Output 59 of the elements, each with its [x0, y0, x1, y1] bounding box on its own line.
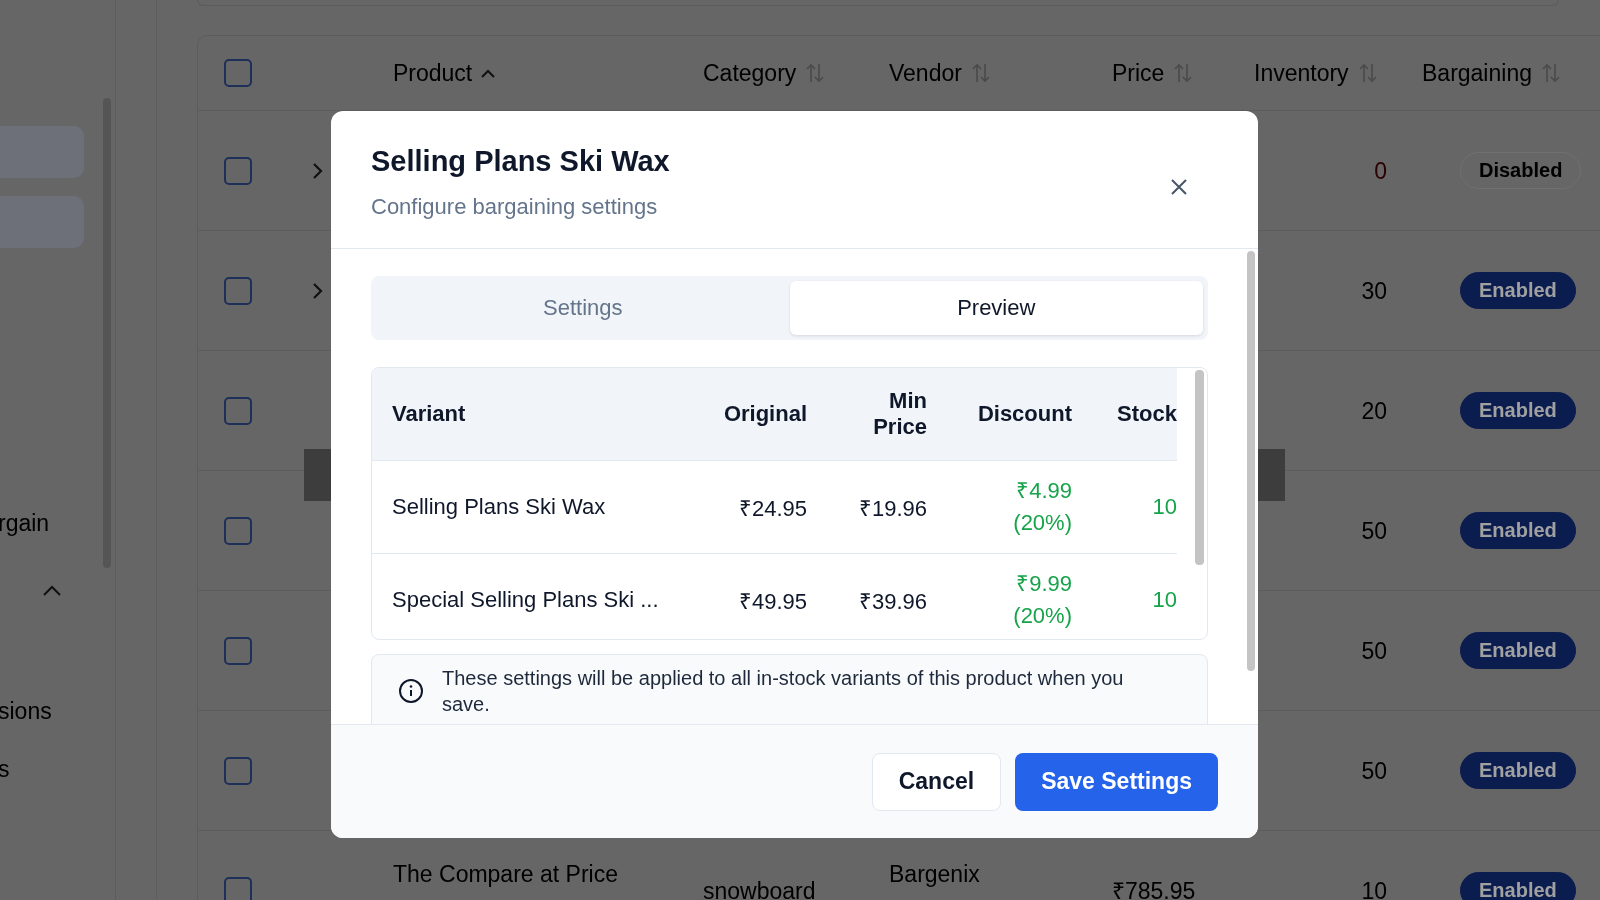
table-cell-text: 50	[1361, 636, 1387, 666]
status-badge: Enabled	[1460, 632, 1576, 669]
column-header[interactable]: Price	[1112, 59, 1165, 87]
column-header: Stock	[1116, 401, 1177, 427]
table-cell-text: The Compare at Price	[393, 860, 618, 889]
checkbox[interactable]	[224, 876, 252, 900]
table-cell-text: 0	[1374, 156, 1387, 186]
dialog-subtitle: Configure bargaining settings	[371, 194, 659, 220]
column-header: Original	[722, 401, 807, 427]
scrollbar[interactable]	[1247, 251, 1255, 671]
column-header[interactable]: Product	[393, 59, 473, 87]
column-header[interactable]: Category	[703, 59, 797, 87]
column-header: Min Price	[872, 388, 927, 440]
status-badge: Enabled	[1460, 752, 1576, 789]
table-cell-text: snowboard	[703, 876, 816, 900]
checkbox[interactable]	[224, 756, 252, 785]
table-cell-text: ₹785.95	[1112, 876, 1196, 900]
table-cell-text: Selling Plans Ski Wax	[391, 494, 607, 520]
column-header: Variant	[391, 401, 467, 427]
status-badge: Enabled	[1460, 392, 1576, 429]
info-icon	[398, 678, 424, 704]
table-cell-text: Bargenix	[889, 860, 980, 889]
checkbox[interactable]	[224, 396, 252, 425]
status-badge: Enabled	[1460, 872, 1576, 900]
status-badge: Disabled	[1460, 152, 1582, 189]
cancel-button[interactable]: Cancel	[871, 752, 1002, 811]
table-cell-text: ₹49.95	[737, 588, 807, 615]
checkbox[interactable]	[224, 636, 252, 665]
tab[interactable]: Preview	[789, 281, 1203, 335]
scrollbar[interactable]	[1195, 370, 1204, 565]
table-cell-text: 30	[1361, 276, 1387, 306]
table-cell-text: 10	[1151, 494, 1177, 520]
table-cell-text: 10	[1361, 876, 1387, 900]
tab[interactable]: Settings	[376, 281, 790, 335]
checkbox[interactable]	[224, 156, 252, 185]
table-cell-text: ₹39.96	[857, 588, 927, 615]
table-cell-text: ₹24.95	[737, 495, 807, 522]
save-button[interactable]: Save Settings	[1015, 752, 1218, 811]
table-cell-text: 50	[1361, 516, 1387, 546]
table-cell-text: ₹9.99 (20%)	[1012, 570, 1072, 630]
table-cell-text: 50	[1361, 756, 1387, 786]
column-header[interactable]: Bargaining	[1422, 59, 1532, 87]
sidebar-item[interactable]: rgain	[0, 509, 50, 537]
column-header[interactable]: Inventory	[1254, 59, 1349, 87]
table-cell-text: 20	[1361, 396, 1387, 426]
status-badge: Enabled	[1460, 512, 1576, 549]
checkbox[interactable]	[224, 276, 252, 305]
column-header: Discount	[976, 401, 1072, 427]
table-cell-text: Special Selling Plans Ski ...	[391, 587, 660, 613]
table-cell-text: ₹19.96	[857, 495, 927, 522]
dialog-title: Selling Plans Ski Wax	[371, 145, 670, 178]
checkbox[interactable]	[224, 59, 252, 87]
close-icon	[1170, 178, 1188, 196]
table-cell-text: ₹4.99 (20%)	[1012, 477, 1072, 537]
checkbox[interactable]	[224, 516, 252, 545]
info-text: These settings will be applied to all in-stock variants of this product when you save.	[442, 666, 1125, 717]
status-badge: Enabled	[1460, 272, 1576, 309]
table-cell-text: 10	[1151, 587, 1177, 613]
column-header[interactable]: Vendor	[889, 59, 962, 87]
